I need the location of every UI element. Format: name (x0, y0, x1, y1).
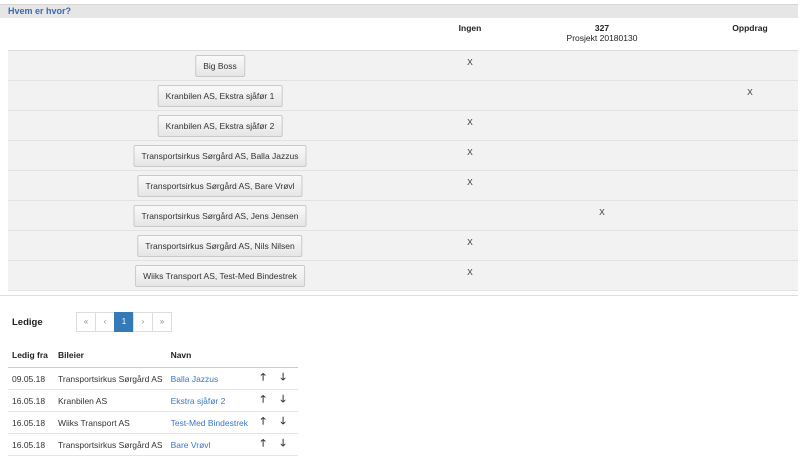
cell-date: 16.05.18 (8, 433, 54, 456)
assignment-mark: X (599, 207, 605, 217)
arrow-up-icon[interactable]: 🡑 (256, 436, 270, 453)
assignment-mark: X (467, 267, 473, 277)
column-title: Oppdrag (732, 23, 768, 33)
name-link[interactable]: Test-Med Bindestrek (171, 418, 248, 428)
table-row: 16.05.18 Transportsirkus Sørgård AS Bare V… (8, 433, 299, 456)
arrow-down-icon[interactable]: 🡓 (276, 414, 290, 431)
grid-row: Transportsirkus Sørgård AS, Jens Jensen X (8, 201, 798, 231)
section-title: Hvem er hvor? (8, 6, 72, 16)
cell-name: Balla Jazzus (166, 367, 253, 390)
column-header-327: 327 Prosjekt 20180130 (552, 23, 652, 43)
column-header-ingen: Ingen (440, 23, 500, 33)
person-button[interactable]: Kranbilen AS, Ekstra sjåfør 2 (157, 115, 283, 137)
arrow-down-icon[interactable]: 🡓 (276, 392, 290, 409)
ledige-table: Ledig fra Bileier Navn 09.05.18 Transport… (8, 344, 299, 456)
person-button[interactable]: Transportsirkus Sørgård AS, Jens Jensen (133, 205, 307, 227)
person-button[interactable]: Big Boss (195, 55, 245, 77)
arrow-up-icon[interactable]: 🡑 (256, 414, 270, 431)
section-header: Hvem er hvor? (0, 4, 798, 18)
header-bileier: Bileier (54, 344, 167, 368)
person-button[interactable]: Kranbilen AS, Ekstra sjåfør 1 (157, 85, 283, 107)
cell-date: 09.05.18 (8, 367, 54, 390)
cell-owner: Wiiks Transport AS (54, 411, 167, 434)
header-actions (252, 344, 299, 368)
name-link[interactable]: Bare Vrøvl (171, 440, 211, 450)
pagination: « ‹ 1 › » (76, 312, 172, 332)
assignment-mark: X (747, 87, 753, 97)
name-link[interactable]: Ekstra sjåfør 2 (171, 396, 226, 406)
table-header-row: Ledig fra Bileier Navn (8, 344, 299, 368)
header-ledig-fra: Ledig fra (8, 344, 54, 368)
assignment-mark: X (467, 177, 473, 187)
pager-prev-button[interactable]: ‹ (95, 312, 115, 332)
assignment-mark: X (467, 237, 473, 247)
column-title: Ingen (458, 23, 482, 33)
assignment-mark: X (467, 147, 473, 157)
person-button[interactable]: Transportsirkus Sørgård AS, Nils Nilsen (137, 235, 303, 257)
pager-first-button[interactable]: « (76, 312, 96, 332)
grid-row: Transportsirkus Sørgård AS, Nils Nilsen X (8, 231, 798, 261)
ledige-title: Ledige (12, 317, 43, 328)
person-button[interactable]: Transportsirkus Sørgård AS, Balla Jazzus (133, 145, 307, 167)
grid-row: Kranbilen AS, Ekstra sjåfør 1 X (8, 81, 798, 111)
cell-owner: Transportsirkus Sørgård AS (54, 433, 167, 456)
table-row: 16.05.18 Wiiks Transport AS Test-Med Binde… (8, 411, 299, 434)
cell-date: 16.05.18 (8, 389, 54, 412)
column-header-oppdrag: Oppdrag (720, 23, 780, 33)
assignment-mark: X (467, 57, 473, 67)
cell-date: 16.05.18 (8, 411, 54, 434)
grid-row: Wiiks Transport AS, Test-Med Bindestrek X (8, 261, 798, 291)
grid-row: Transportsirkus Sørgård AS, Balla Jazzus… (8, 141, 798, 171)
cell-actions: 🡑 🡓 (252, 389, 299, 412)
arrow-up-icon[interactable]: 🡑 (256, 392, 270, 409)
cell-actions: 🡑 🡓 (252, 411, 299, 434)
grid-row: Transportsirkus Sørgård AS, Bare Vrøvl X (8, 171, 798, 201)
cell-name: Ekstra sjåfør 2 (166, 389, 253, 412)
cell-name: Bare Vrøvl (166, 433, 253, 456)
arrow-down-icon[interactable]: 🡓 (276, 370, 290, 387)
arrow-down-icon[interactable]: 🡓 (276, 436, 290, 453)
cell-actions: 🡑 🡓 (252, 433, 299, 456)
person-button[interactable]: Transportsirkus Sørgård AS, Bare Vrøvl (137, 175, 303, 197)
pager-page-button[interactable]: 1 (114, 312, 134, 332)
name-link[interactable]: Balla Jazzus (171, 374, 219, 384)
cell-name: Test-Med Bindestrek (166, 411, 253, 434)
grid-row: Kranbilen AS, Ekstra sjåfør 2 X (8, 111, 798, 141)
cell-owner: Kranbilen AS (54, 389, 167, 412)
column-title: 327 (594, 23, 610, 33)
grid-header: Ingen 327 Prosjekt 20180130 Oppdrag (8, 17, 798, 51)
grid-row: Big Boss X (8, 51, 798, 81)
person-button[interactable]: Wiiks Transport AS, Test-Med Bindestrek (135, 265, 305, 287)
pager-last-button[interactable]: » (152, 312, 172, 332)
pager-next-button[interactable]: › (133, 312, 153, 332)
header-navn: Navn (166, 344, 253, 368)
table-row: 09.05.18 Transportsirkus Sørgård AS Balla … (8, 367, 299, 390)
arrow-up-icon[interactable]: 🡑 (256, 370, 270, 387)
assignment-grid: Ingen 327 Prosjekt 20180130 Oppdrag Big … (8, 17, 798, 291)
assignment-mark: X (467, 117, 473, 127)
cell-actions: 🡑 🡓 (252, 367, 299, 390)
column-subtitle: Prosjekt 20180130 (566, 33, 638, 43)
table-row: 16.05.18 Kranbilen AS Ekstra sjåfør 2 🡑 🡓 (8, 389, 299, 412)
divider (0, 295, 798, 296)
cell-owner: Transportsirkus Sørgård AS (54, 367, 167, 390)
